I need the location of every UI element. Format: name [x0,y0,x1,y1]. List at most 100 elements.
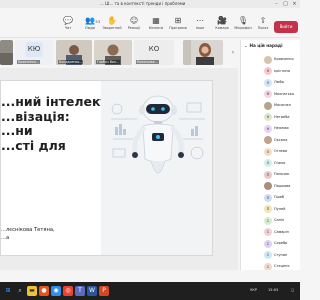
chevron-down-icon: ⌄ [244,43,248,48]
slide-title: ...ний інтелект ...візація: ...ни ...сті… [1,94,108,153]
mic-button[interactable]: 🎙 Мікрофон [232,15,254,35]
participant-name: Горбач Вол... [96,60,120,64]
raise-hand-icon: ✋ [107,16,117,25]
participant-row[interactable]: С Санін [241,215,300,227]
participant-row[interactable]: Пашкова [241,181,300,193]
participant-row[interactable]: Ккрістина [241,66,300,78]
slide-author: ...лєснікова Тетяна, ...а [1,227,55,241]
video-tile[interactable] [0,40,13,65]
participant-row[interactable]: М Мохнатько [241,89,300,101]
powerpoint-icon[interactable]: P [99,286,109,296]
participant-row[interactable]: Оксана [241,135,300,147]
chrome-icon[interactable]: ◎ [63,286,73,296]
participant-row[interactable]: Кравченко [241,54,300,66]
participant-row[interactable]: Н Нетреба [241,112,300,124]
folder-icon[interactable]: ▬ [27,286,37,296]
chevron-right-icon[interactable]: › [229,48,237,58]
raise-hand-button[interactable]: ✋ Зворотний [101,15,123,35]
chat-icon: 💬 [63,16,73,25]
video-tile[interactable]: Бондаренко... [56,40,92,65]
participant-list: Кравченко Ккрістина Л Люба М Мохнатько Мосонжн… [241,54,300,270]
share-icon: ⇧ [259,16,267,25]
participant-name: Пашкова [274,183,291,188]
leave-button[interactable]: Вийти [274,21,298,33]
participant-name: Нежмах [274,126,289,130]
avatar: О [264,147,272,156]
participant-row[interactable]: Н Нежмах [241,123,300,135]
participant-row[interactable]: О Оглєва [241,146,300,158]
reactions-icon: ☺ [129,16,139,25]
participant-row[interactable]: О Очеха [241,158,300,170]
search-icon[interactable]: ⌕ [15,286,25,296]
camera-icon: 🎥 [217,16,227,25]
chat-button[interactable]: 💬 Чат [57,15,79,35]
participant-name: Оксана [274,137,288,142]
title-bar: ... Ш... та в контексті тренди і проблем… [0,0,300,8]
app-icon[interactable]: ● [39,286,49,296]
panel-header[interactable]: ⌄ На цій нараді [244,43,299,51]
word-icon[interactable]: W [87,286,97,296]
participant-name: Кравченко [274,57,294,61]
people-button[interactable]: 👥 53 Люди [79,15,101,35]
participant-name: Стеценк [274,264,290,268]
notification-icon[interactable]: ▢ [291,288,294,292]
participant-row[interactable]: П Пальчик [241,169,300,181]
start-icon[interactable]: ⊞ [3,286,13,296]
reactions-button[interactable]: ☺ Реакції [123,15,145,35]
participant-name: Ступан [274,252,288,257]
panel-title: На цій нараді [249,43,283,48]
participant-name: Серебр [274,241,288,245]
avatar: П [264,193,272,202]
participant-row[interactable]: Мосонжн [241,100,300,112]
participant-row[interactable]: С Стеценк [241,261,300,270]
participant-row[interactable]: П Пшеб [241,192,300,204]
participant-row[interactable]: Л Люба [241,77,300,89]
participant-name: Пшеб [274,195,285,199]
clock: 15:05 [268,288,279,292]
apps-button[interactable]: ⊞ Програми [167,15,189,35]
participant-row[interactable]: С Серебр [241,238,300,250]
more-button[interactable]: ⋯ Інше [189,15,211,35]
meeting-toolbar: 💬 Чат 👥 53 Люди ✋ Зворотний ☺ Реакції ▦ … [0,8,300,38]
close-window-button[interactable]: × [290,0,299,8]
avatar: Н [264,113,272,121]
participants-panel: ⌄ На цій нараді Кравченко Ккрістина Л Люба М М… [240,40,300,270]
avatar: КЮ [25,42,43,57]
window-title: ... Ш... та в контексті тренди і проблем… [100,1,186,6]
video-tile[interactable] [183,40,223,65]
participant-video [0,40,13,65]
teams-icon[interactable]: T [75,286,85,296]
maximize-button[interactable]: □ [281,0,290,8]
minimize-button[interactable]: – [272,0,281,8]
participant-name: Люба [274,80,284,84]
browser-icon[interactable]: ◉ [51,286,61,296]
participant-row[interactable]: П Пулей [241,204,300,216]
avatar: М [264,90,272,98]
rooms-button[interactable]: ▦ Кімнати [145,15,167,35]
camera-button[interactable]: 🎥 Камера [211,15,233,35]
participant-name: Кравченко... [17,60,40,64]
participant-row[interactable]: С Самарін [241,227,300,239]
video-tile[interactable]: Горбач Вол... [94,40,132,65]
participant-video [183,40,223,65]
video-tile[interactable]: КО Ковальова... [134,40,174,65]
avatar: П [264,170,272,179]
participant-name: Очеха [274,160,286,165]
video-tile[interactable]: КЮ Кравченко... [15,40,53,65]
share-button[interactable]: ⇧ Показ [252,15,274,35]
avatar: Н [264,124,272,133]
avatar [264,101,272,110]
participant-name: Пулей [274,206,286,211]
taskbar: ⊞ ⌕ ▬ ● ◉ ◎ T W P УКР 15:05 ▢ [0,282,300,300]
participant-name: крістина [274,68,290,73]
participant-name: Оглєва [274,149,287,153]
language-indicator[interactable]: УКР [250,288,257,292]
mic-icon: 🎙 [237,16,249,25]
more-icon: ⋯ [196,16,204,25]
participant-name: Санін [274,218,285,222]
participant-row[interactable]: С Ступан [241,250,300,262]
participant-name: Пальчик [274,172,290,176]
avatar: П [264,205,272,213]
avatar: КО [148,45,160,53]
participant-name: Самарін [274,229,289,234]
